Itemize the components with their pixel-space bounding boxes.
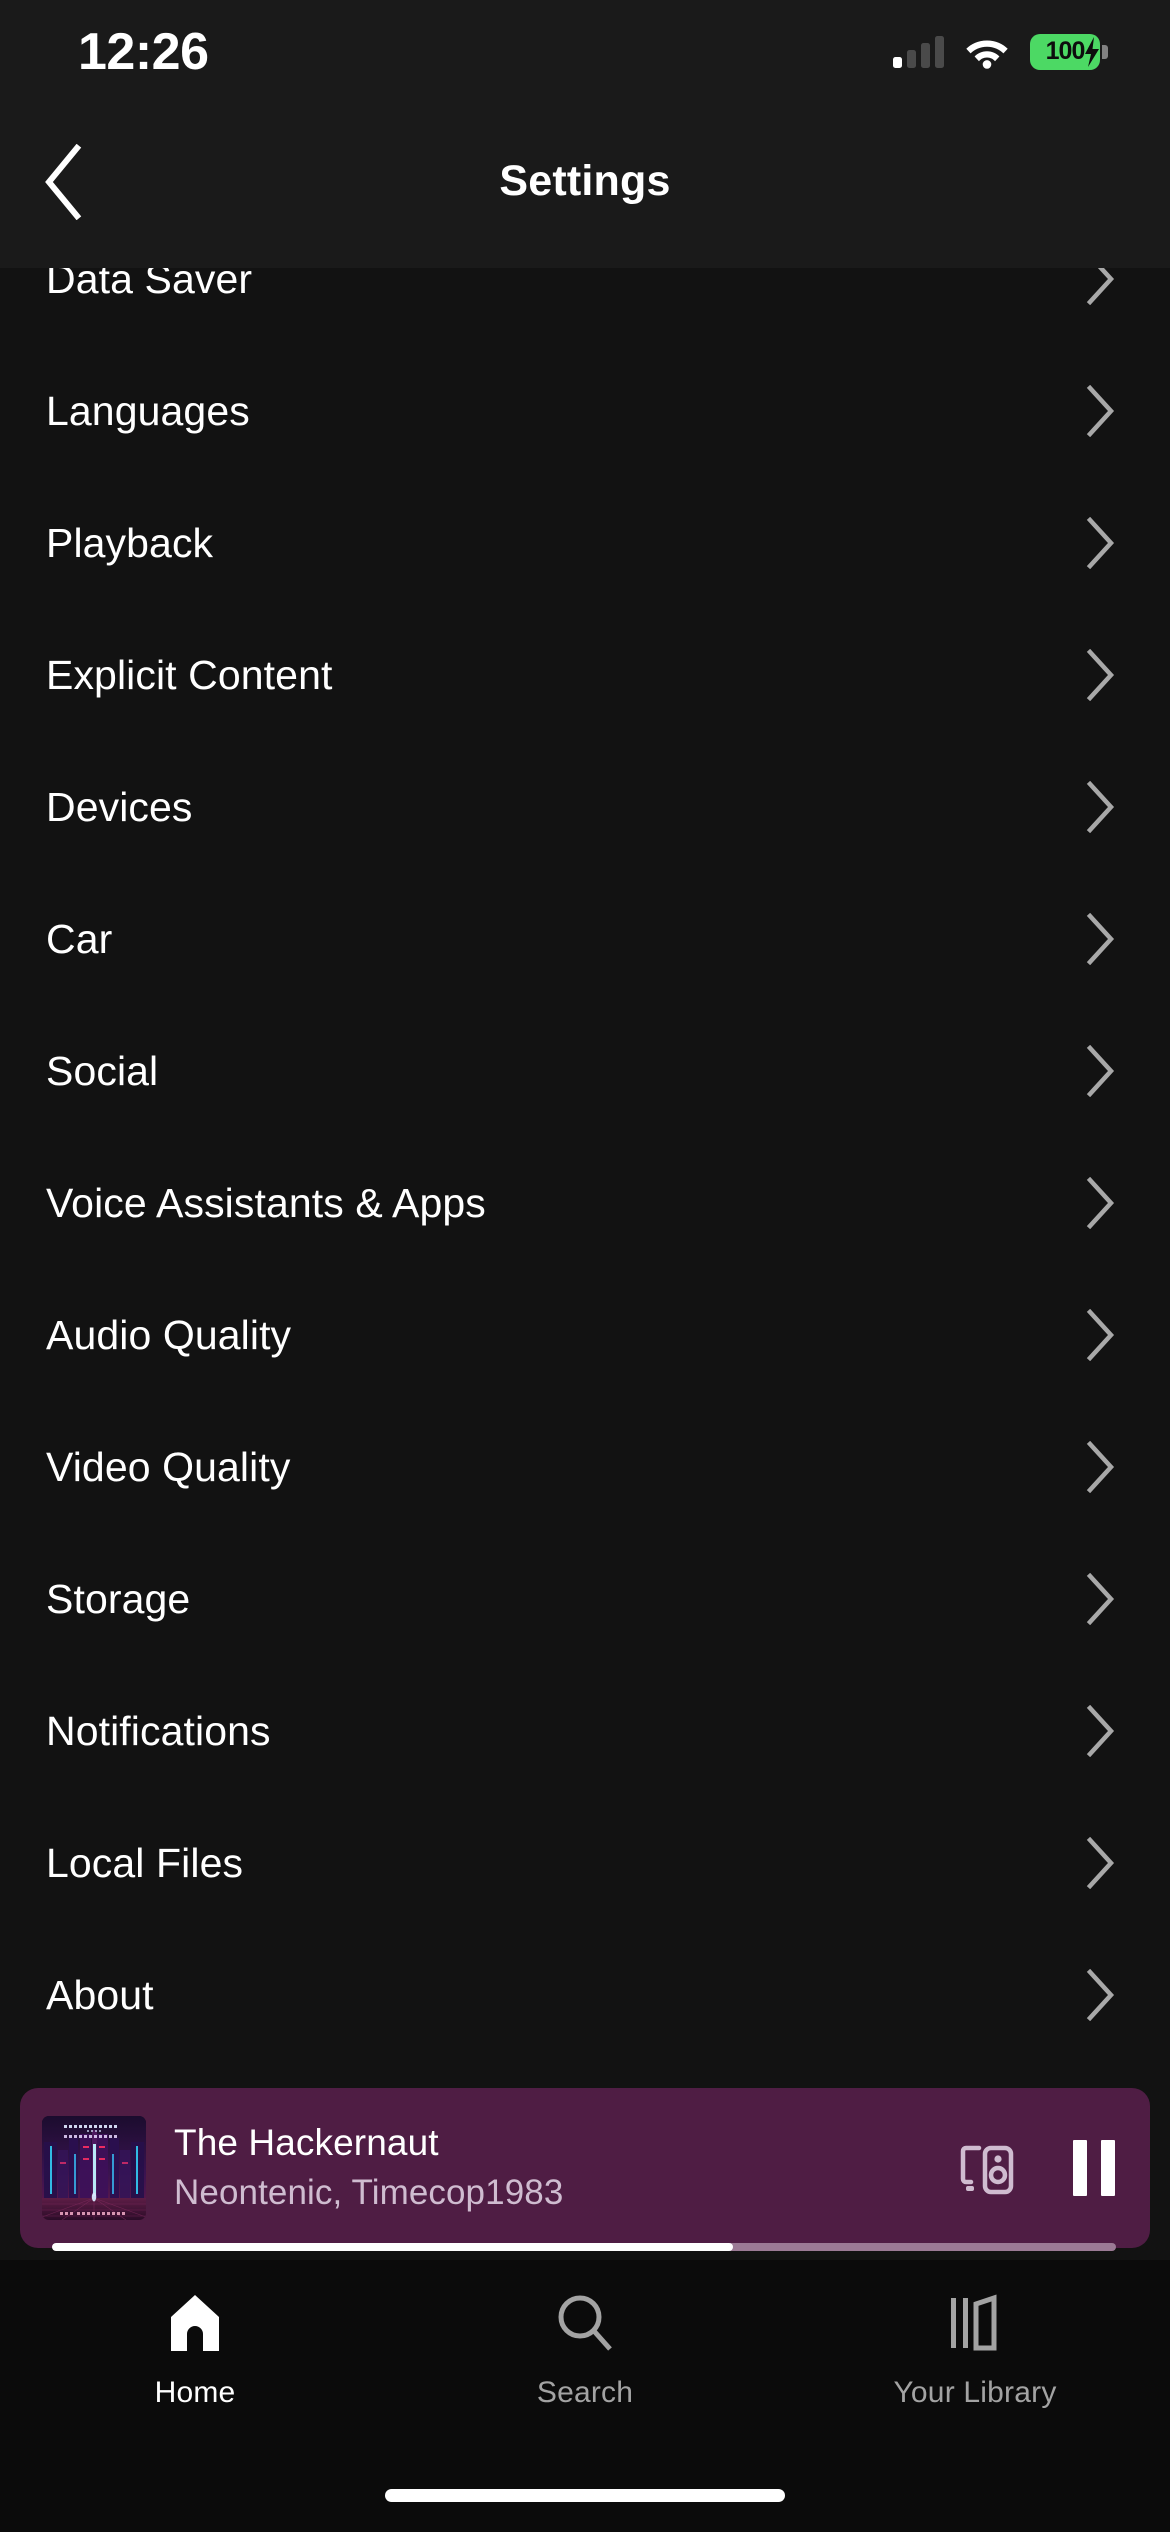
settings-row-label: Languages — [46, 387, 250, 434]
home-icon — [162, 2288, 228, 2358]
settings-row[interactable]: Social — [0, 1005, 1170, 1137]
settings-row-label: Notifications — [46, 1707, 271, 1754]
settings-row[interactable]: Voice Assistants & Apps — [0, 1137, 1170, 1269]
nav-header: Settings — [0, 95, 1170, 268]
settings-row-label: Video Quality — [46, 1443, 291, 1490]
chevron-right-icon — [1086, 1705, 1115, 1757]
chevron-right-icon — [1086, 1045, 1115, 1097]
chevron-left-icon — [45, 143, 82, 220]
track-artists: Neontenic, Timecop1983 — [174, 2173, 564, 2213]
now-playing-controls — [956, 2136, 1122, 2200]
chevron-right-icon — [1086, 385, 1115, 437]
status-bar-icons: 100 — [893, 33, 1108, 70]
chevron-right-icon — [1086, 1441, 1115, 1493]
settings-row-label: Storage — [46, 1575, 191, 1622]
now-playing-bar[interactable]: The Hackernaut Neontenic, Timecop1983 — [20, 2088, 1150, 2248]
chevron-right-icon — [1086, 1969, 1115, 2021]
playback-progress-fill — [52, 2243, 733, 2251]
playback-progress-bar[interactable] — [52, 2243, 1116, 2251]
status-bar: 12:26 100 — [0, 0, 1170, 95]
chevron-right-icon — [1086, 781, 1115, 833]
status-bar-time: 12:26 — [78, 22, 209, 81]
home-indicator — [385, 2489, 785, 2502]
battery-percent-label: 100 — [1045, 37, 1086, 65]
settings-row-label: Explicit Content — [46, 651, 333, 698]
chevron-right-icon — [1086, 1309, 1115, 1361]
battery-charging-icon: 100 — [1030, 33, 1108, 70]
tab-search-label: Search — [536, 2376, 634, 2409]
settings-row-label: Playback — [46, 519, 214, 566]
tab-home-label: Home — [154, 2376, 236, 2409]
settings-row-label: Car — [46, 915, 113, 962]
tab-home[interactable]: Home — [0, 2288, 390, 2410]
settings-row[interactable]: Video Quality — [0, 1401, 1170, 1533]
search-icon — [552, 2288, 618, 2358]
settings-row[interactable]: About — [0, 1929, 1170, 2061]
settings-row-label: Audio Quality — [46, 1311, 292, 1358]
battery-cap — [1102, 44, 1108, 59]
settings-row[interactable]: Storage — [0, 1533, 1170, 1665]
settings-list[interactable]: Data Saver Languages Playback Explicit Cont… — [0, 268, 1170, 2080]
page-title: Settings — [499, 157, 671, 205]
settings-row[interactable]: Explicit Content — [0, 609, 1170, 741]
settings-row[interactable]: Languages — [0, 345, 1170, 477]
now-playing-text: The Hackernaut Neontenic, Timecop1983 — [174, 2120, 956, 2216]
settings-row[interactable]: Playback — [0, 477, 1170, 609]
chevron-right-icon — [1086, 1177, 1115, 1229]
tab-your-library[interactable]: Your Library — [780, 2288, 1170, 2410]
settings-row-label: Voice Assistants & Apps — [46, 1179, 486, 1226]
settings-row-label: Devices — [46, 783, 193, 830]
tab-search[interactable]: Search — [390, 2288, 780, 2410]
pause-button[interactable] — [1066, 2136, 1122, 2200]
settings-row[interactable]: Car — [0, 873, 1170, 1005]
settings-row-label: Local Files — [46, 1839, 244, 1886]
settings-row[interactable]: Devices — [0, 741, 1170, 873]
settings-row-label: Social — [46, 1047, 159, 1094]
settings-row[interactable]: Audio Quality — [0, 1269, 1170, 1401]
spotify-connect-device-icon[interactable] — [956, 2136, 1020, 2200]
settings-row[interactable]: Local Files — [0, 1797, 1170, 1929]
chevron-right-icon — [1086, 1837, 1115, 1889]
album-art-image — [42, 2116, 146, 2220]
settings-row-label: About — [46, 1971, 154, 2018]
pause-bar-right — [1101, 2140, 1115, 2196]
wifi-icon — [966, 40, 1008, 69]
cellular-signal-icon — [893, 35, 944, 68]
tab-your-library-label: Your Library — [893, 2376, 1057, 2409]
settings-row[interactable]: Notifications — [0, 1665, 1170, 1797]
settings-row[interactable]: Data Saver — [0, 268, 1170, 345]
chevron-right-icon — [1086, 1573, 1115, 1625]
track-title: The Hackernaut — [174, 2122, 439, 2164]
chevron-right-icon — [1086, 268, 1115, 305]
chevron-right-icon — [1086, 517, 1115, 569]
library-icon — [942, 2288, 1008, 2358]
chevron-right-icon — [1086, 649, 1115, 701]
settings-row-label: Data Saver — [46, 268, 253, 302]
back-button[interactable] — [20, 139, 106, 225]
charging-bolt-icon — [1085, 36, 1099, 67]
album-art — [42, 2116, 146, 2220]
chevron-right-icon — [1086, 913, 1115, 965]
pause-bar-left — [1073, 2140, 1087, 2196]
